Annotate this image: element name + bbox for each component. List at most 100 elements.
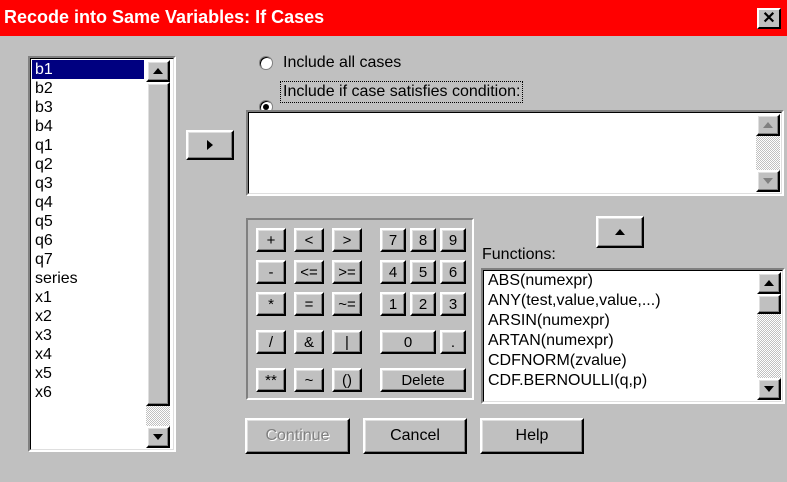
digit-key-label: 1 [388,295,398,313]
operator-key[interactable]: ~= [332,292,362,316]
arrow-up-icon [764,280,774,286]
function-items: ABS(numexpr) ANY(test,value,value,...) ARS… [485,271,753,399]
digit-key[interactable]: 3 [440,292,466,316]
operator-key[interactable]: ** [256,368,286,392]
paste-function-button[interactable] [596,216,644,248]
operator-key[interactable]: > [332,228,362,252]
digit-key[interactable]: 8 [410,228,436,252]
digit-key-label: 6 [448,263,458,281]
digit-key-label: 9 [448,231,458,249]
function-item[interactable]: ARTAN(numexpr) [485,331,753,351]
functions-label: Functions: [482,246,556,263]
function-item[interactable]: ARSIN(numexpr) [485,311,753,331]
digit-key[interactable]: 4 [380,260,406,284]
operator-key[interactable]: * [256,292,286,316]
continue-button[interactable]: Continue [245,418,350,454]
operator-key[interactable]: < [294,228,324,252]
operator-key-label: * [268,295,274,313]
variable-item[interactable]: x1 [32,288,144,307]
operator-key[interactable]: | [332,330,362,354]
operator-key[interactable]: <= [294,260,324,284]
digit-key[interactable]: 5 [410,260,436,284]
operator-key[interactable]: / [256,330,286,354]
delete-key[interactable]: Delete [380,368,466,392]
operator-key[interactable]: + [256,228,286,252]
condition-expression-box[interactable] [246,110,784,196]
variable-item[interactable]: x2 [32,307,144,326]
functions-scroll-track[interactable] [757,314,781,378]
variable-item[interactable]: x3 [32,326,144,345]
arrow-up-icon [153,68,163,74]
variable-item[interactable]: q5 [32,212,144,231]
arrow-right-icon [207,140,213,150]
variable-item[interactable]: series [32,269,144,288]
functions-scroll-up[interactable] [757,272,781,294]
operator-key[interactable]: - [256,260,286,284]
digit-key-label: 5 [418,263,428,281]
digit-key[interactable]: 7 [380,228,406,252]
variable-item[interactable]: b4 [32,117,144,136]
include-all-cases-label[interactable]: Include all cases [283,54,401,72]
variable-item[interactable]: q4 [32,193,144,212]
function-item[interactable]: ABS(numexpr) [485,271,753,291]
variable-list-scrollbar[interactable] [146,60,170,448]
operator-key-label: () [342,371,352,389]
functions-scroll-thumb[interactable] [757,294,781,314]
digit-key[interactable]: 6 [440,260,466,284]
variable-item[interactable]: b3 [32,98,144,117]
scroll-track[interactable] [146,406,170,426]
variable-item[interactable]: q1 [32,136,144,155]
move-variable-button[interactable] [186,130,234,160]
variable-items: b1 b2 b3 b4 q1 q2 q3 q4 q5 q6 q7 series x1 x2 x3 x4 x5 x6 [32,60,144,448]
variable-item[interactable]: q7 [32,250,144,269]
condition-scroll-down[interactable] [756,170,780,192]
operator-key-label: <= [300,263,318,281]
variable-item[interactable]: x6 [32,383,144,402]
scroll-thumb[interactable] [146,82,170,406]
variable-item[interactable]: x4 [32,345,144,364]
variable-item[interactable]: q3 [32,174,144,193]
functions-list[interactable]: ABS(numexpr) ANY(test,value,value,...) ARS… [481,268,785,404]
include-all-cases-radio[interactable] [259,56,273,70]
function-item[interactable]: ANY(test,value,value,...) [485,291,753,311]
digit-key[interactable]: 2 [410,292,436,316]
operator-key[interactable]: = [294,292,324,316]
condition-scrollbar[interactable] [756,114,780,192]
condition-scroll-up[interactable] [756,114,780,136]
operator-key[interactable]: () [332,368,362,392]
help-button[interactable]: Help [480,418,584,454]
function-item[interactable]: CDF.BERNOULLI(q,p) [485,371,753,391]
digit-key[interactable]: 9 [440,228,466,252]
digit-key-zero[interactable]: 0 [380,330,436,354]
variable-list[interactable]: b1 b2 b3 b4 q1 q2 q3 q4 q5 q6 q7 series x1 x2 x3 x4 x5 x6 [28,56,176,452]
include-if-condition-label[interactable]: Include if case satisfies condition: [279,81,524,103]
scroll-up-button[interactable] [146,60,170,82]
operator-key-label: ~= [338,295,356,313]
operator-key-label: < [304,231,314,249]
operator-key[interactable]: ~ [294,368,324,392]
close-button[interactable]: ✕ [757,8,781,29]
function-item[interactable]: CDFNORM(zvalue) [485,351,753,371]
operator-key[interactable]: & [294,330,324,354]
variable-item[interactable]: b2 [32,79,144,98]
functions-scrollbar[interactable] [757,272,781,400]
arrow-up-icon [615,229,625,235]
condition-scroll-track[interactable] [756,136,780,170]
decimal-key[interactable]: . [440,330,466,354]
digit-key[interactable]: 1 [380,292,406,316]
operator-key[interactable]: >= [332,260,362,284]
operator-key-label: | [345,333,349,351]
variable-item[interactable]: x5 [32,364,144,383]
digit-key-label: 7 [388,231,398,249]
variable-item[interactable]: q2 [32,155,144,174]
cancel-button[interactable]: Cancel [363,418,467,454]
operator-key-label: ** [265,371,277,389]
functions-scroll-down[interactable] [757,378,781,400]
operator-key-label: > [342,231,352,249]
arrow-up-icon [763,122,773,128]
operator-key-label: - [268,263,274,281]
variable-item[interactable]: b1 [32,60,144,79]
operator-key-label: = [304,295,314,313]
scroll-down-button[interactable] [146,426,170,448]
variable-item[interactable]: q6 [32,231,144,250]
